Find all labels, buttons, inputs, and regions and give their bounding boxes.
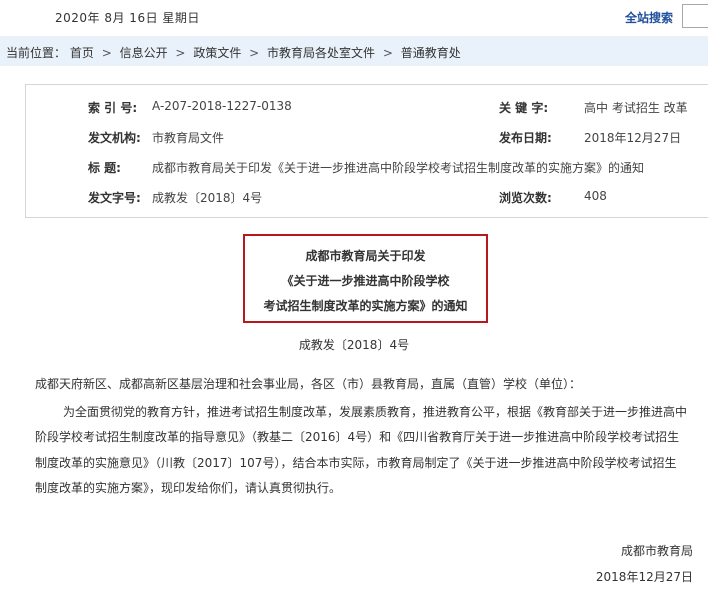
publish-date-label: 发布日期:: [499, 131, 552, 145]
document-title-line-2: 《关于进一步推进高中阶段学校: [281, 274, 450, 288]
document-title-line-1: 成都市教育局关于印发: [305, 249, 426, 263]
document-number: 成教发〔2018〕4号: [298, 338, 410, 352]
index-value: A-207-2018-1227-0138: [152, 99, 292, 113]
body-line-4: 制度改革的实施方案》，现印发给你们，请认真贯彻执行。: [35, 481, 342, 495]
document-title-box: 成都市教育局关于印发 《关于进一步推进高中阶段学校 考试招生制度改革的实施方案》…: [243, 234, 488, 323]
sign-date: 2018年12月27日: [595, 570, 693, 584]
search-input[interactable]: [682, 4, 708, 28]
breadcrumb-separator: >: [175, 46, 186, 60]
issuer-label: 发文机构:: [88, 131, 141, 145]
document-meta-box: 索 引 号: A-207-2018-1227-0138 关 键 字: 高中 考试…: [25, 84, 708, 218]
title-value: 成都市教育局关于印发《关于进一步推进高中阶段学校考试招生制度改革的实施方案》的通…: [152, 161, 645, 175]
keywords-label: 关 键 字:: [499, 101, 549, 115]
document-title-line-3: 考试招生制度改革的实施方案》的通知: [263, 299, 468, 313]
salutation: 成都天府新区、成都高新区基层治理和社会事业局，各区（市）县教育局，直属（直管）学…: [35, 377, 582, 391]
breadcrumb-separator: >: [249, 46, 260, 60]
breadcrumb-item-policy-docs[interactable]: 政策文件: [193, 46, 241, 60]
docno-label: 发文字号:: [88, 191, 141, 205]
views-label: 浏览次数:: [499, 191, 552, 205]
views-value: 408: [584, 189, 607, 203]
body-line-3: 制度改革的实施意见》（川教〔2017〕107号），结合本市实际，市教育局制定了《…: [35, 456, 677, 470]
publish-date-value: 2018年12月27日: [584, 131, 682, 145]
breadcrumb-separator: >: [101, 46, 112, 60]
meta-row-index: 索 引 号: A-207-2018-1227-0138 关 键 字: 高中 考试…: [26, 99, 708, 119]
meta-row-issuer: 发文机构: 市教育局文件 发布日期: 2018年12月27日: [26, 129, 708, 149]
body-line-1: 为全面贯彻党的教育方针，推进考试招生制度改革，发展素质教育，推进教育公平，根据《…: [63, 405, 688, 419]
breadcrumb: 当前位置： 首页 > 信息公开 > 政策文件 > 市教育局各处室文件 > 普通教…: [6, 44, 461, 61]
docno-value: 成教发〔2018〕4号: [152, 191, 263, 205]
current-date: 2020年 8月 16日 星期日: [55, 11, 200, 25]
site-search-link[interactable]: 全站搜索: [625, 9, 673, 26]
body-line-2: 阶段学校考试招生制度改革的指导意见》（教基二〔2016〕4号）和《四川省教育厅关…: [35, 430, 680, 444]
breadcrumb-item-dept-docs[interactable]: 市教育局各处室文件: [267, 46, 375, 60]
breadcrumb-separator: >: [382, 46, 393, 60]
issuer-value: 市教育局文件: [152, 131, 225, 145]
breadcrumb-prefix: 当前位置：: [6, 46, 67, 60]
index-label: 索 引 号:: [88, 101, 138, 115]
top-bar: 2020年 8月 16日 星期日 全站搜索: [0, 0, 708, 34]
signature: 成都市教育局: [620, 544, 693, 558]
keywords-value: 高中 考试招生 改革: [584, 101, 688, 115]
meta-row-docno: 发文字号: 成教发〔2018〕4号 浏览次数: 408: [26, 189, 708, 209]
breadcrumb-item-info-public[interactable]: 信息公开: [120, 46, 168, 60]
title-label: 标 题:: [88, 161, 121, 175]
meta-row-title: 标 题: 成都市教育局关于印发《关于进一步推进高中阶段学校考试招生制度改革的实施…: [26, 159, 708, 179]
breadcrumb-bar: 当前位置： 首页 > 信息公开 > 政策文件 > 市教育局各处室文件 > 普通教…: [0, 36, 708, 66]
breadcrumb-item-home[interactable]: 首页: [70, 46, 94, 60]
breadcrumb-item-general-edu[interactable]: 普通教育处: [401, 46, 461, 60]
